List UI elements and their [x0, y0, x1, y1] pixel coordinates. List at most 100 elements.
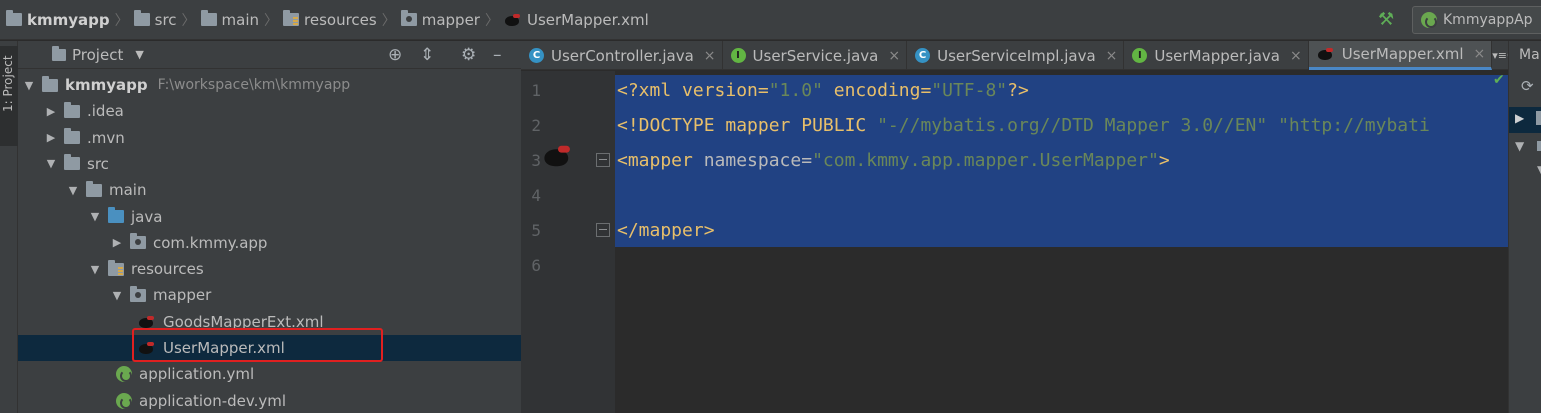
tree-item[interactable]: ▶ .mvn	[18, 125, 521, 151]
locate-icon[interactable]: ⊕	[388, 45, 402, 65]
breadcrumb-item-mapper[interactable]: mapper	[400, 0, 480, 40]
tree-item-label: com.kmmy.app	[153, 233, 268, 252]
breadcrumb-item-main[interactable]: main	[200, 0, 260, 40]
project-panel-title: Project	[72, 45, 124, 64]
tree-item-label: application.yml	[139, 365, 255, 384]
code-line-2: <!DOCTYPE mapper PUBLIC "-//mybatis.org/…	[617, 115, 1430, 136]
tree-item-label: kmmyapp	[65, 76, 148, 94]
collapsed-arrow-icon[interactable]: ▶	[44, 131, 58, 144]
editor-tab-bar: C UserController.java × I UserService.java × C…	[521, 41, 1514, 70]
editor-tab-label: UserMapper.java	[1154, 46, 1280, 65]
collapse-arrow-icon[interactable]: ▼	[1515, 139, 1524, 153]
breadcrumb-label: kmmyapp	[27, 10, 110, 29]
module-path: F:\workspace\km\kmmyapp	[157, 77, 351, 93]
collapse-arrow-icon[interactable]: ▼	[1537, 163, 1541, 177]
ide-window: kmmyapp 〉 src 〉 main 〉 resources 〉 mappe…	[0, 0, 1541, 413]
chevron-down-icon: ▼	[135, 48, 144, 61]
tree-item[interactable]: ▼ main	[18, 177, 521, 203]
tree-item[interactable]: ▼ kmmyapp F:\workspace\km\kmmyapp	[18, 72, 521, 98]
breadcrumb-label: UserMapper.xml	[526, 10, 649, 29]
spring-boot-icon	[1421, 12, 1437, 28]
expanded-arrow-icon[interactable]: ▼	[66, 184, 80, 197]
breadcrumb-label: src	[154, 10, 177, 29]
tree-item[interactable]: ▼ java	[18, 204, 521, 230]
tree-item[interactable]: application.yml	[18, 361, 521, 387]
breadcrumb-label: main	[221, 10, 260, 29]
tree-item[interactable]: application-dev.yml	[18, 388, 521, 413]
editor-tab[interactable]: C UserController.java ×	[521, 41, 723, 70]
chevron-right-icon: 〉	[181, 12, 196, 29]
breadcrumb-label: mapper	[421, 10, 480, 29]
code-line-3: <mapper namespace= "com.kmmy.app.mapper.U…	[617, 150, 1170, 171]
maven-panel: Ma ⟳ ▶ ▼ ▼	[1508, 41, 1541, 413]
line-number: 5	[531, 221, 541, 240]
project-view-selector[interactable]: Project ▼	[52, 45, 144, 64]
mybatis-xml-icon	[504, 13, 522, 27]
tree-item[interactable]: ▼ mapper	[18, 282, 521, 308]
tab-list-icon: ▾≡	[1492, 48, 1508, 62]
close-tab-icon[interactable]: ×	[888, 48, 900, 64]
build-hammer-icon[interactable]: ⚒	[1378, 9, 1400, 31]
collapse-all-icon[interactable]: ⇕	[420, 45, 434, 65]
resources-folder-icon	[108, 259, 124, 276]
expanded-arrow-icon[interactable]: ▼	[88, 210, 102, 223]
tree-item-label: application-dev.yml	[139, 391, 287, 410]
breadcrumb-item-src[interactable]: src	[133, 0, 177, 40]
line-number: 3	[531, 151, 541, 170]
tree-item-label: java	[131, 207, 163, 226]
tree-item[interactable]: ▶ .idea	[18, 98, 521, 124]
source-folder-icon	[108, 207, 124, 223]
resources-folder-icon	[283, 10, 300, 26]
expanded-arrow-icon[interactable]: ▼	[22, 79, 36, 92]
reload-icon[interactable]: ⟳	[1521, 77, 1534, 95]
editor-tab[interactable]: I UserMapper.java ×	[1124, 41, 1309, 70]
collapsed-arrow-icon[interactable]: ▶	[110, 236, 124, 249]
tree-item-label: .mvn	[87, 128, 125, 147]
tree-item[interactable]: ▶ com.kmmy.app	[18, 230, 521, 256]
chevron-right-icon: 〉	[264, 12, 279, 29]
run-configuration-selector[interactable]: KmmyappAp	[1412, 6, 1541, 34]
chevron-right-icon: 〉	[381, 12, 396, 29]
run-configuration-label: KmmyappAp	[1443, 12, 1533, 28]
close-tab-icon[interactable]: ×	[1290, 48, 1302, 64]
line-number: 6	[531, 256, 541, 275]
interface-icon: I	[1132, 48, 1148, 63]
breadcrumb-item-project[interactable]: kmmyapp	[6, 0, 110, 40]
editor-tab-label: UserService.java	[752, 46, 879, 65]
code-editor[interactable]: <?xml version= "1.0" encoding= "UTF-8" ?> <…	[615, 71, 1508, 413]
line-number: 2	[531, 116, 541, 135]
close-tab-icon[interactable]: ×	[704, 48, 716, 64]
chevron-right-icon: 〉	[484, 12, 499, 29]
class-icon: C	[915, 48, 931, 63]
collapsed-arrow-icon[interactable]: ▶	[44, 105, 58, 118]
expanded-arrow-icon[interactable]: ▼	[44, 157, 58, 170]
package-icon	[400, 10, 417, 26]
tree-item[interactable]: ▼ resources	[18, 256, 521, 282]
fold-marker-icon[interactable]	[596, 153, 610, 167]
maven-project-icon	[1536, 111, 1541, 125]
close-tab-icon[interactable]: ×	[1106, 48, 1118, 64]
folder-icon	[64, 101, 80, 118]
maven-folder-icon	[1537, 141, 1541, 151]
expanded-arrow-icon[interactable]: ▼	[110, 289, 124, 302]
tree-item-label: src	[87, 154, 109, 173]
editor-tab[interactable]: I UserService.java ×	[723, 41, 908, 70]
mybatis-navigate-icon[interactable]	[543, 144, 574, 168]
expand-arrow-icon[interactable]: ▶	[1515, 111, 1524, 125]
project-icon	[52, 45, 66, 61]
editor-tab[interactable]: UserMapper.xml ×	[1308, 41, 1493, 70]
gear-icon[interactable]: ⚙	[461, 45, 476, 65]
maven-panel-title[interactable]: Ma	[1519, 47, 1540, 63]
breadcrumb-item-resources[interactable]: resources	[283, 0, 377, 40]
tree-item-label: mapper	[153, 286, 212, 305]
tree-item[interactable]: ▼ src	[18, 151, 521, 177]
editor-tab[interactable]: C UserServiceImpl.java ×	[907, 41, 1125, 70]
package-icon	[130, 285, 146, 302]
fold-marker-icon[interactable]	[596, 223, 610, 237]
project-tool-window-label: 1: Project	[1, 55, 15, 112]
spring-yml-icon	[116, 392, 132, 409]
expanded-arrow-icon[interactable]: ▼	[88, 263, 102, 276]
breadcrumb-item-file[interactable]: UserMapper.xml	[504, 0, 649, 40]
hide-icon[interactable]: –	[493, 45, 502, 65]
close-tab-icon[interactable]: ×	[1474, 46, 1486, 62]
